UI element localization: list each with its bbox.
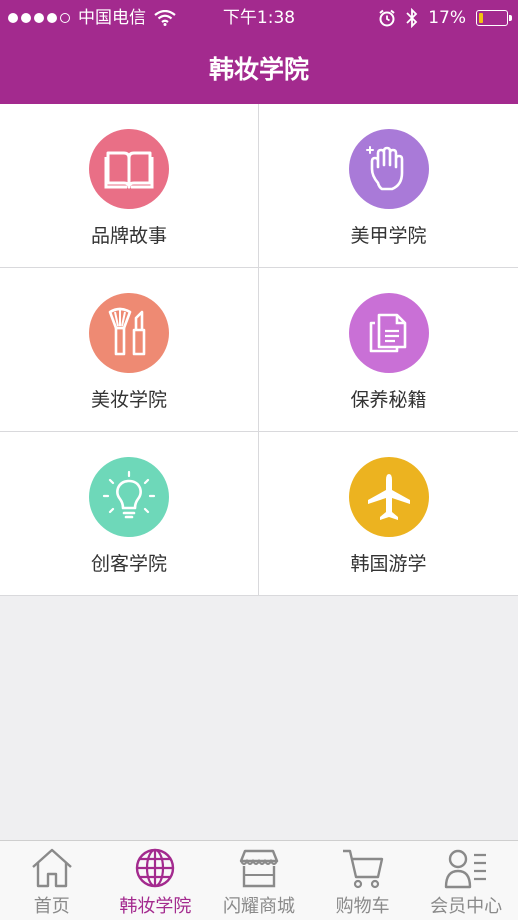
- grid-item-makeup-academy[interactable]: 美妆学院: [0, 268, 258, 431]
- store-icon: [239, 849, 279, 888]
- member-icon: [444, 849, 487, 889]
- grid-item-label: 美甲学院: [350, 225, 427, 247]
- makeup-brush-icon: [108, 307, 146, 356]
- grid-item-label: 韩国游学: [350, 553, 427, 575]
- book-icon: [104, 151, 154, 189]
- grid-item-label: 美妆学院: [90, 389, 167, 411]
- grid-item-care-tips[interactable]: 保养秘籍: [259, 268, 518, 431]
- tab-member-center[interactable]: 会员中心: [414, 841, 518, 920]
- grid-item-label: 品牌故事: [90, 225, 167, 247]
- tab-home[interactable]: 首页: [0, 841, 104, 920]
- airplane-icon: [367, 474, 410, 520]
- document-icon: [369, 313, 406, 353]
- alarm-icon: [379, 9, 395, 27]
- grid-item-icon-bg: [348, 293, 429, 373]
- page-title: 韩妆学院: [208, 55, 309, 84]
- grid-item-maker-academy[interactable]: 创客学院: [0, 432, 258, 595]
- battery-percent: 17%: [428, 8, 466, 28]
- top-bar: 中国电信 下午1:38 17% 韩妆学院: [0, 0, 518, 104]
- battery-icon: [476, 10, 512, 26]
- battery-level: [479, 13, 484, 23]
- lightbulb-icon: [102, 470, 156, 519]
- bluetooth-icon: [406, 8, 418, 28]
- grid-item-label: 保养秘籍: [350, 389, 427, 411]
- grid-item-icon-bg: [348, 129, 429, 209]
- grid-item-label: 创客学院: [90, 553, 167, 575]
- tab-bar: 首页 韩妆学院 闪耀商城 购物车 会员中心: [0, 840, 518, 920]
- cart-icon: [342, 849, 383, 889]
- grid-item-icon-bg: [348, 457, 429, 537]
- tab-label: 首页: [33, 896, 70, 917]
- clock-time: 下午1:38: [222, 8, 296, 28]
- grid-item-icon-bg: [89, 293, 169, 373]
- tab-shining-mall[interactable]: 闪耀商城: [207, 841, 311, 920]
- tab-shopping-cart[interactable]: 购物车: [311, 841, 415, 920]
- grid-item-brand-story[interactable]: 品牌故事: [0, 104, 258, 267]
- globe-icon: [136, 848, 175, 888]
- grid-item-korea-study-tour[interactable]: 韩国游学: [259, 432, 518, 595]
- tab-label: 会员中心: [430, 896, 503, 917]
- tab-korean-makeup-academy[interactable]: 韩妆学院: [104, 841, 208, 920]
- tab-label: 韩妆学院: [119, 896, 192, 917]
- hand-icon: [365, 146, 403, 191]
- grid-item-nail-academy[interactable]: 美甲学院: [259, 104, 518, 267]
- home-icon: [31, 848, 72, 888]
- status-bar: 中国电信 下午1:38 17%: [0, 0, 518, 36]
- tab-label: 购物车: [335, 896, 390, 917]
- category-grid: 品牌故事 美甲学院 美妆学院 保养秘籍 创客学院 韩国游学: [0, 104, 518, 596]
- tab-label: 闪耀商城: [222, 896, 295, 917]
- grid-item-icon-bg: [89, 129, 169, 209]
- grid-item-icon-bg: [89, 457, 169, 537]
